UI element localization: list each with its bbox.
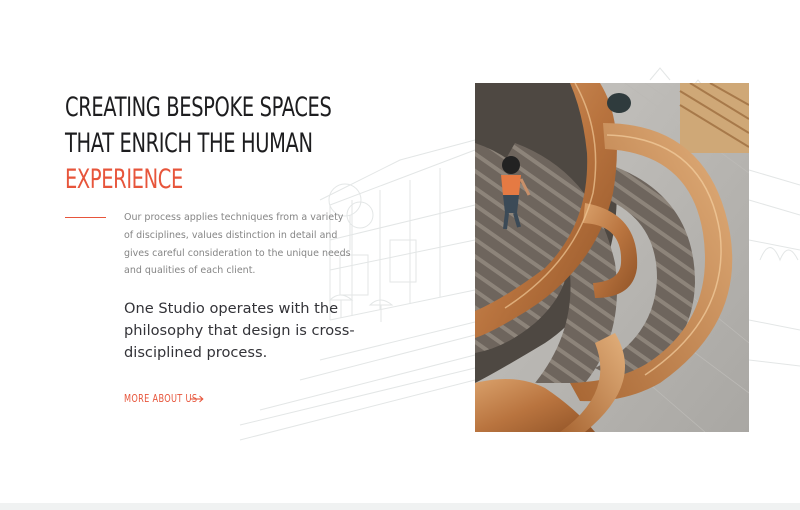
- philosophy-statement: One Studio operates with the philosophy …: [124, 300, 355, 361]
- headline-accent-line: EXPERIENCE: [65, 164, 183, 195]
- process-description: Our process applies techniques from a va…: [124, 212, 351, 277]
- spiral-staircase-photo: [475, 83, 749, 432]
- headline-line-1: CREATING BESPOKE SPACES: [65, 92, 332, 123]
- about-section: CREATING BESPOKE SPACES THAT ENRICH THE …: [0, 0, 800, 510]
- accent-divider: [65, 217, 106, 218]
- page-headline: CREATING BESPOKE SPACES THAT ENRICH THE …: [65, 90, 339, 198]
- footer-band: [0, 503, 800, 510]
- more-about-us-label: MORE ABOUT US: [124, 393, 198, 405]
- headline-line-2: THAT ENRICH THE HUMAN: [65, 128, 313, 159]
- more-about-us-link[interactable]: MORE ABOUT US: [124, 393, 204, 405]
